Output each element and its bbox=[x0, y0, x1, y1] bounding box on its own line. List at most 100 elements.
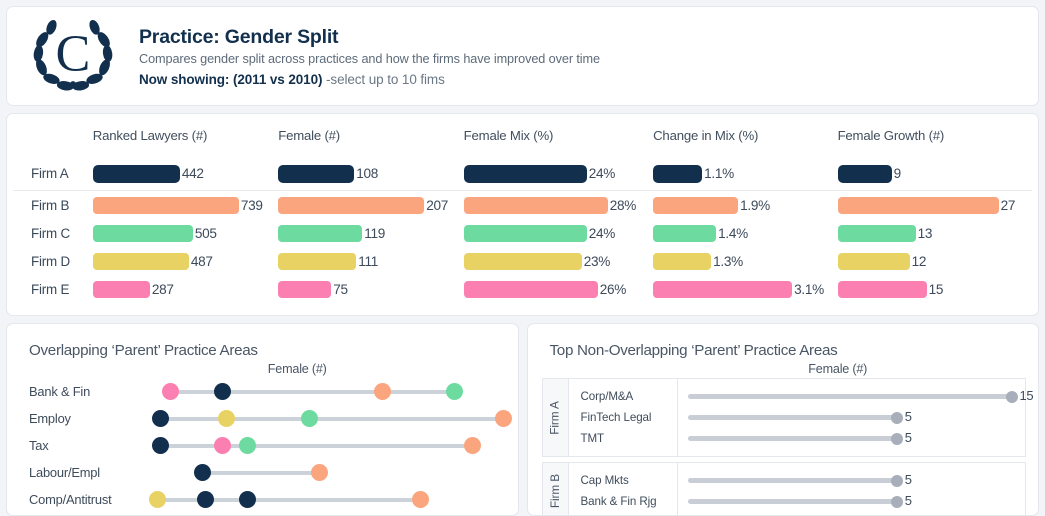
dumbbell-chart: Bank & FinEmploy Tax Labour/EmplComp/Antit… bbox=[7, 376, 518, 513]
slider-knob[interactable] bbox=[891, 433, 903, 445]
practice-slider[interactable]: 15 bbox=[688, 386, 1026, 407]
dumbbell-dot[interactable] bbox=[194, 464, 211, 481]
row-label-firm: Firm C bbox=[13, 226, 93, 241]
table-row[interactable]: Firm C50511924%1.4%13 bbox=[13, 219, 1032, 247]
metric-value: 287 bbox=[150, 282, 174, 297]
dumbbell-dot[interactable] bbox=[464, 437, 481, 454]
firm-group-label-text: Firm A bbox=[548, 401, 562, 434]
slider-value: 5 bbox=[905, 430, 927, 445]
dumbbell-row[interactable]: Comp/Antitrust bbox=[7, 486, 518, 513]
slider-knob[interactable] bbox=[1006, 391, 1018, 403]
dumbbell-dot[interactable] bbox=[446, 383, 463, 400]
metric-cell: 15 bbox=[838, 281, 1032, 298]
dumbbell-dot[interactable] bbox=[152, 410, 169, 427]
non-overlapping-practice-areas-panel: Top Non-Overlapping ‘Parent’ Practice Ar… bbox=[527, 323, 1040, 516]
metric-value: 505 bbox=[193, 226, 217, 241]
row-label-firm: Firm E bbox=[13, 282, 93, 297]
slider-track bbox=[688, 394, 1012, 399]
metric-bar bbox=[464, 253, 582, 270]
metric-bar bbox=[464, 165, 587, 183]
metric-bar bbox=[653, 253, 711, 270]
dumbbell-track bbox=[157, 405, 504, 432]
table-row[interactable]: Firm B73920728%1.9%27 bbox=[13, 191, 1032, 219]
now-showing-hint[interactable]: -select up to 10 fims bbox=[322, 72, 444, 87]
dumbbell-dot[interactable] bbox=[214, 437, 231, 454]
slider-value: 5 bbox=[905, 472, 927, 487]
dumbbell-dot[interactable] bbox=[374, 383, 391, 400]
slider-knob[interactable] bbox=[891, 412, 903, 424]
dumbbell-dot[interactable] bbox=[152, 437, 169, 454]
dumbbell-track bbox=[157, 378, 504, 405]
metric-bar bbox=[838, 281, 927, 298]
dumbbell-dot[interactable] bbox=[197, 491, 214, 508]
dumbbell-dot[interactable] bbox=[149, 491, 166, 508]
slider-knob[interactable] bbox=[891, 475, 903, 487]
metric-bar bbox=[653, 197, 738, 214]
metric-value: 9 bbox=[892, 166, 901, 181]
dumbbell-dot[interactable] bbox=[412, 491, 429, 508]
metric-cell: 1.4% bbox=[653, 225, 837, 242]
column-header-change-in-mix: Change in Mix (%) bbox=[653, 128, 837, 143]
table-row[interactable]: Firm E2877526%3.1%15 bbox=[13, 275, 1032, 303]
table-row[interactable]: Firm D48711123%1.3%12 bbox=[13, 247, 1032, 275]
metric-bar bbox=[278, 253, 356, 270]
metric-cell: 442 bbox=[93, 165, 278, 183]
practice-slider[interactable]: 5 bbox=[688, 470, 1026, 491]
slider-knob[interactable] bbox=[891, 496, 903, 508]
dumbbell-dot[interactable] bbox=[301, 410, 318, 427]
dumbbell-dot[interactable] bbox=[218, 410, 235, 427]
metric-cell: 487 bbox=[93, 253, 278, 270]
metric-cell: 207 bbox=[278, 197, 463, 214]
firm-group-label: Firm A bbox=[542, 378, 568, 457]
dumbbell-row-label: Tax bbox=[7, 438, 157, 453]
dumbbell-dot[interactable] bbox=[239, 437, 256, 454]
metric-bar bbox=[838, 165, 892, 183]
metric-cell: 28% bbox=[464, 197, 653, 214]
firm-group: Firm ACorp/M&AFinTech LegalTMT1555 bbox=[542, 378, 1027, 457]
slider-track bbox=[688, 499, 897, 504]
dumbbell-dot[interactable] bbox=[495, 410, 512, 427]
metric-value: 487 bbox=[189, 254, 213, 269]
table-body: Firm A44210824%1.1%9Firm B73920728%1.9%2… bbox=[13, 157, 1032, 303]
dumbbell-row[interactable]: Bank & Fin bbox=[7, 378, 518, 405]
table-row[interactable]: Firm A44210824%1.1%9 bbox=[13, 157, 1032, 191]
practice-area-label: Corp/M&A bbox=[581, 386, 677, 407]
metric-value: 119 bbox=[362, 226, 385, 241]
metric-value: 28% bbox=[608, 198, 636, 213]
metric-bar bbox=[464, 281, 598, 298]
metric-value: 1.3% bbox=[711, 254, 743, 269]
dumbbell-row[interactable]: Employ bbox=[7, 405, 518, 432]
overlapping-practice-areas-panel: Overlapping ‘Parent’ Practice Areas Fema… bbox=[6, 323, 519, 516]
practice-area-label: FinTech Legal bbox=[581, 407, 677, 428]
column-header-female-growth: Female Growth (#) bbox=[838, 128, 1032, 143]
metric-value: 23% bbox=[582, 254, 610, 269]
metric-bar bbox=[653, 281, 792, 298]
left-panel-axis-label: Female (#) bbox=[77, 362, 518, 376]
practice-slider[interactable]: 5 bbox=[688, 428, 1026, 449]
header-text-block: Practice: Gender Split Compares gender s… bbox=[139, 24, 600, 87]
metric-value: 108 bbox=[354, 166, 378, 181]
dumbbell-row[interactable]: Labour/Empl bbox=[7, 459, 518, 486]
metric-value: 111 bbox=[356, 254, 378, 269]
dumbbell-row[interactable]: Tax bbox=[7, 432, 518, 459]
dumbbell-dot[interactable] bbox=[311, 464, 328, 481]
dumbbell-dot[interactable] bbox=[239, 491, 256, 508]
column-header-ranked-lawyers: Ranked Lawyers (#) bbox=[93, 128, 278, 143]
metric-value: 12 bbox=[910, 254, 927, 269]
dumbbell-connector bbox=[202, 471, 320, 475]
metric-bar bbox=[278, 225, 362, 242]
metric-bar bbox=[838, 225, 916, 242]
metric-cell: 23% bbox=[464, 253, 653, 270]
metric-bar bbox=[838, 197, 999, 214]
dumbbell-dot[interactable] bbox=[214, 383, 231, 400]
metric-bar bbox=[278, 197, 424, 214]
column-header-female-mix: Female Mix (%) bbox=[464, 128, 653, 143]
practice-area-label: Cap Mkts bbox=[581, 470, 677, 491]
metric-bar bbox=[93, 281, 150, 298]
metric-bar bbox=[464, 225, 587, 242]
firm-group-label-text: Firm B bbox=[548, 474, 562, 508]
practice-slider[interactable]: 5 bbox=[688, 407, 1026, 428]
practice-slider[interactable]: 5 bbox=[688, 491, 1026, 512]
dumbbell-track bbox=[157, 486, 504, 513]
dumbbell-dot[interactable] bbox=[162, 383, 179, 400]
